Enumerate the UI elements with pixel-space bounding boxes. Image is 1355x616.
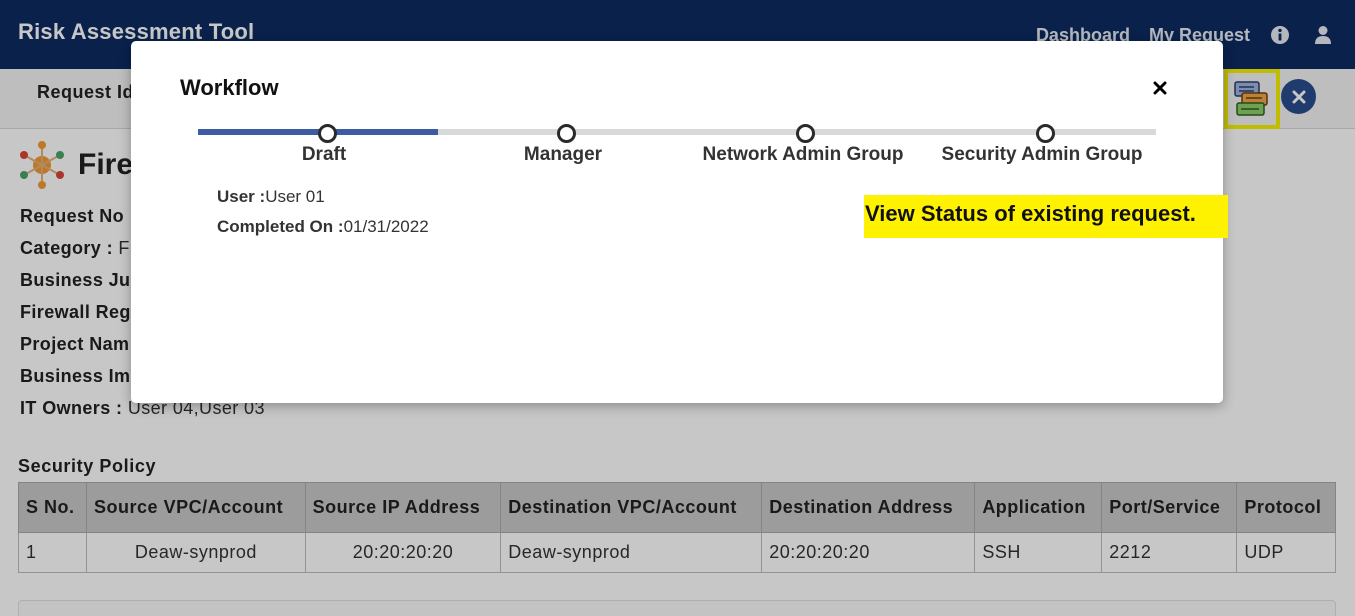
step-label-draft: Draft [301, 144, 347, 165]
step-marker-network-admin [796, 124, 815, 143]
user-value: User 01 [265, 187, 325, 206]
step-marker-security-admin [1036, 124, 1055, 143]
completed-on-value: 01/31/2022 [343, 217, 429, 236]
step-marker-manager [557, 124, 576, 143]
step-label-network-admin: Network Admin Group [702, 144, 904, 165]
step-label-security-admin: Security Admin Group [941, 144, 1143, 165]
completed-on-label: Completed On : [217, 217, 344, 236]
close-icon [1153, 81, 1167, 95]
user-label: User : [217, 187, 266, 206]
modal-close-button[interactable] [1147, 75, 1173, 101]
step-completed-info: Completed On :01/31/2022 [217, 217, 429, 237]
step-user-info: User :User 01 [217, 187, 325, 207]
workflow-progress-track [198, 129, 1156, 135]
step-marker-draft [318, 124, 337, 143]
step-label-manager: Manager [523, 144, 603, 165]
tutorial-callout: View Status of existing request. [864, 195, 1228, 238]
modal-title: Workflow [180, 75, 279, 100]
